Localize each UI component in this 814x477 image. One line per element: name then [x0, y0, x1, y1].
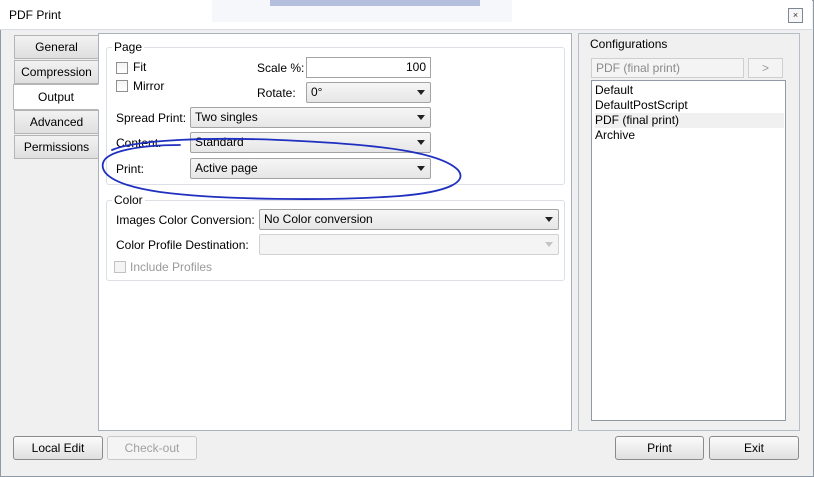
tab-label: Compression [21, 65, 92, 79]
chevron-down-icon [417, 166, 425, 171]
configuration-name-field[interactable]: PDF (final print) [591, 58, 744, 78]
spread-print-label: Spread Print: [116, 111, 187, 125]
close-icon[interactable]: × [788, 8, 803, 23]
color-group-legend: Color [112, 193, 145, 207]
local-edit-button[interactable]: Local Edit [13, 436, 103, 460]
chevron-down-icon [417, 90, 425, 95]
tab-label: Output [37, 90, 75, 104]
print-range-dropdown[interactable]: Active page [190, 158, 431, 179]
images-color-conversion-value: No Color conversion [264, 212, 373, 226]
tab-advanced[interactable]: Advanced [14, 110, 99, 134]
tab-compression[interactable]: Compression [14, 60, 99, 84]
chevron-down-icon [417, 115, 425, 120]
fit-label: Fit [133, 60, 147, 74]
window-title: PDF Print [9, 8, 62, 22]
images-color-conversion-label: Images Color Conversion: [116, 213, 255, 227]
print-button[interactable]: Print [615, 436, 704, 460]
tab-label: Advanced [29, 115, 84, 129]
chevron-down-icon [417, 140, 425, 145]
scale-spinbox[interactable]: 100 [306, 57, 431, 78]
rotate-dropdown[interactable]: 0° [306, 82, 431, 103]
exit-button[interactable]: Exit [709, 436, 799, 460]
tab-output[interactable]: Output [13, 84, 99, 110]
mirror-checkbox[interactable] [116, 80, 128, 92]
configuration-go-button[interactable]: > [748, 58, 783, 78]
tab-label: General [35, 40, 78, 54]
list-item[interactable]: Default [595, 83, 784, 98]
background-window-strip-dark [270, 0, 480, 6]
chevron-down-icon [545, 217, 553, 222]
list-item[interactable]: PDF (final print) [595, 113, 784, 128]
fit-checkbox[interactable] [116, 62, 128, 74]
color-profile-destination-label: Color Profile Destination: [116, 238, 249, 252]
spread-print-dropdown[interactable]: Two singles [190, 107, 431, 128]
configurations-title: Configurations [590, 37, 668, 51]
scale-label: Scale %: [257, 61, 305, 75]
color-profile-destination-dropdown[interactable] [259, 234, 559, 255]
spread-print-value: Two singles [195, 110, 258, 124]
tab-permissions[interactable]: Permissions [14, 135, 99, 159]
print-range-value: Active page [195, 161, 258, 175]
chevron-down-icon [545, 242, 553, 247]
include-profiles-checkbox[interactable] [114, 261, 126, 273]
content-value: Standard [195, 135, 244, 149]
list-item[interactable]: Archive [595, 128, 784, 143]
tab-general[interactable]: General [14, 35, 99, 59]
images-color-conversion-dropdown[interactable]: No Color conversion [259, 209, 559, 230]
page-group-legend: Page [112, 40, 145, 54]
include-profiles-label: Include Profiles [130, 260, 213, 274]
content-dropdown[interactable]: Standard [190, 132, 431, 153]
mirror-label: Mirror [133, 79, 165, 93]
configurations-list[interactable]: Default DefaultPostScript PDF (final pri… [591, 80, 786, 421]
list-item[interactable]: DefaultPostScript [595, 98, 784, 113]
rotate-label: Rotate: [257, 86, 296, 100]
content-label: Content: [116, 136, 162, 150]
print-label: Print: [116, 162, 145, 176]
tab-label: Permissions [23, 140, 90, 154]
rotate-value: 0° [311, 85, 323, 99]
check-out-button[interactable]: Check-out [107, 436, 197, 460]
